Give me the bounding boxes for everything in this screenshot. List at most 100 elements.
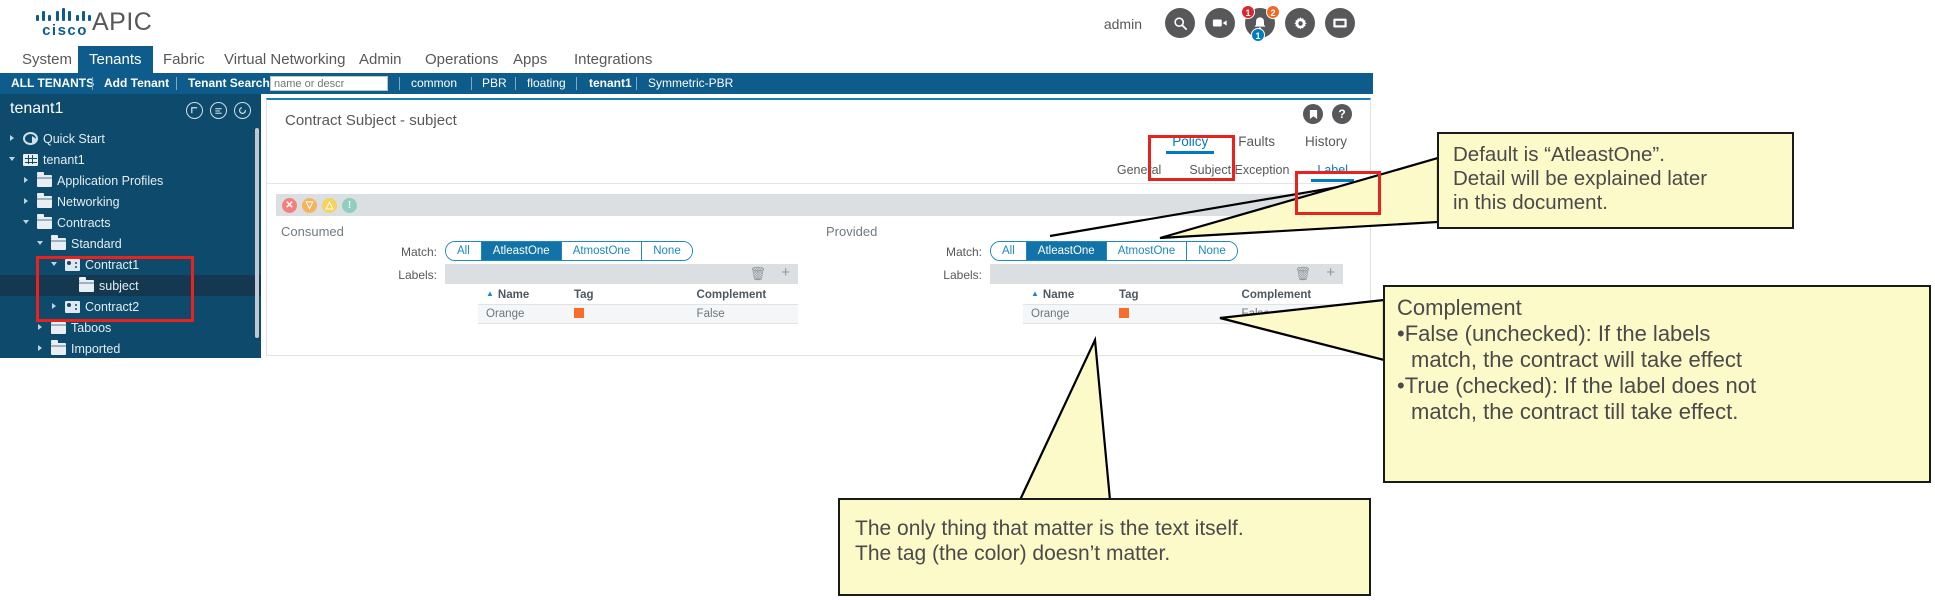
column-header-name[interactable]: ▲ Name xyxy=(1023,289,1119,301)
highlight-box-policy-tab xyxy=(1148,135,1235,181)
provided-match-option-none[interactable]: None xyxy=(1187,242,1237,260)
column-header-name[interactable]: ▲ Name xyxy=(478,289,574,301)
trash-icon[interactable]: 🗑 xyxy=(749,266,766,282)
tree-item-label: Networking xyxy=(57,194,120,209)
subnav-all-tenants[interactable]: ALL TENANTS xyxy=(11,73,94,94)
tree-item-label: Imported xyxy=(71,341,121,356)
feedback-icon[interactable] xyxy=(1325,8,1355,38)
tab-history[interactable]: History xyxy=(1290,128,1362,156)
tree-item-quick-start[interactable]: Quick Start xyxy=(0,128,261,149)
callout-default-atleastone: Default is “AtleastOne”. Detail will be … xyxy=(1437,132,1794,229)
minor-fault-icon[interactable]: △ xyxy=(322,198,337,213)
warning-fault-icon[interactable]: ! xyxy=(342,198,357,213)
column-header-tag[interactable]: Tag xyxy=(574,289,697,301)
chevron-down-icon[interactable] xyxy=(36,238,47,249)
chevron-down-icon[interactable] xyxy=(8,154,19,165)
table-header-row: ▲ Name Tag Complement xyxy=(1023,285,1343,305)
header-icon-group: 1 2 1 xyxy=(1165,5,1355,42)
callout-line: match, the contract till take effect. xyxy=(1411,398,1739,424)
subnav-link-pbr[interactable]: PBR xyxy=(482,73,507,94)
tree-item-imported[interactable]: Imported xyxy=(0,338,261,358)
trash-icon[interactable]: 🗑 xyxy=(1294,266,1311,282)
cell-tag xyxy=(1118,307,1242,321)
chevron-down-icon[interactable] xyxy=(22,217,33,228)
tree-item-application-profiles[interactable]: Application Profiles xyxy=(0,170,261,191)
folder-icon xyxy=(51,235,66,250)
collapse-icon[interactable] xyxy=(186,102,203,119)
search-icon[interactable] xyxy=(1165,8,1195,38)
tree-scrollbar[interactable] xyxy=(255,128,259,338)
cell-name: Orange xyxy=(1031,308,1070,320)
major-fault-icon[interactable]: ▽ xyxy=(302,198,317,213)
quick-start-icon xyxy=(23,132,38,145)
nav-item-system[interactable]: System xyxy=(11,46,83,73)
provided-match-option-atmostone[interactable]: AtmostOne xyxy=(1106,242,1188,260)
sort-ascending-icon: ▲ xyxy=(1031,288,1039,298)
provided-match-toggle-group[interactable]: All AtleastOne AtmostOne None xyxy=(990,241,1238,261)
provided-pane-title: Provided xyxy=(826,224,878,239)
subnav-link-floating[interactable]: floating xyxy=(527,73,566,94)
subnav-link-common[interactable]: common xyxy=(411,73,457,94)
add-icon[interactable]: + xyxy=(781,264,790,281)
subnav-link-symmetric-pbr[interactable]: Symmetric-PBR xyxy=(648,73,733,94)
tree-item-tenant1[interactable]: tenant1 xyxy=(0,149,261,170)
highlight-box-contract-tree xyxy=(36,256,194,322)
nav-item-virtual-networking[interactable]: Virtual Networking xyxy=(213,46,356,73)
help-icon[interactable]: ? xyxy=(1332,104,1352,124)
subnav-link-tenant1[interactable]: tenant1 xyxy=(589,73,632,94)
column-header-complement[interactable]: Complement xyxy=(1242,289,1343,301)
callout-line: •False (unchecked): If the labels xyxy=(1397,320,1711,346)
provided-labels-label: Labels: xyxy=(943,268,982,282)
callout-line: match, the contract will take effect xyxy=(1411,346,1742,372)
nav-item-admin[interactable]: Admin xyxy=(348,46,413,73)
tab-divider xyxy=(267,183,1370,184)
nav-item-tenants[interactable]: Tenants xyxy=(78,46,153,73)
cell-tag xyxy=(573,307,697,321)
consumed-labels-table: ▲ Name Tag Complement Orange False xyxy=(478,285,798,324)
tree-item-standard[interactable]: Standard xyxy=(0,233,261,254)
tenant-icon xyxy=(23,153,38,166)
gear-icon[interactable] xyxy=(1285,8,1315,38)
tree-item-contracts[interactable]: Contracts xyxy=(0,212,261,233)
refresh-icon[interactable] xyxy=(234,102,251,119)
consumed-match-option-all[interactable]: All xyxy=(446,242,482,260)
consumed-match-option-atmostone[interactable]: AtmostOne xyxy=(561,242,643,260)
provided-match-option-atleastone[interactable]: AtleastOne xyxy=(1026,242,1107,260)
tree-item-networking[interactable]: Networking xyxy=(0,191,261,212)
chevron-right-icon[interactable] xyxy=(36,343,47,354)
tenant-search-input[interactable] xyxy=(270,76,388,91)
tree-title: tenant1 xyxy=(10,100,64,117)
nav-item-fabric[interactable]: Fabric xyxy=(152,46,216,73)
consumed-match-option-none[interactable]: None xyxy=(642,242,692,260)
folder-icon xyxy=(51,340,66,355)
column-header-complement[interactable]: Complement xyxy=(697,289,798,301)
nav-item-apps[interactable]: Apps xyxy=(502,46,558,73)
alerts-bell-icon[interactable]: 1 2 1 xyxy=(1241,5,1280,42)
callout-line: •True (checked): If the label does not xyxy=(1397,372,1757,398)
chevron-right-icon[interactable] xyxy=(22,196,33,207)
subnav-search-label: Tenant Search: xyxy=(188,76,274,90)
nav-item-operations[interactable]: Operations xyxy=(414,46,509,73)
critical-fault-icon[interactable]: ✕ xyxy=(282,198,297,213)
table-row[interactable]: Orange False xyxy=(1023,305,1343,324)
provided-match-option-all[interactable]: All xyxy=(991,242,1027,260)
tree-item-label: Standard xyxy=(71,236,122,251)
nav-item-integrations[interactable]: Integrations xyxy=(563,46,663,73)
consumed-pane-title: Consumed xyxy=(281,224,344,239)
table-row[interactable]: Orange False xyxy=(478,305,798,324)
folder-icon xyxy=(37,193,52,208)
add-icon[interactable]: + xyxy=(1326,264,1335,281)
callout-complement: Complement •False (unchecked): If the la… xyxy=(1383,285,1931,483)
bookmark-icon[interactable] xyxy=(1303,104,1323,124)
list-icon[interactable] xyxy=(210,102,227,119)
video-icon[interactable] xyxy=(1205,8,1235,38)
consumed-match-option-atleastone[interactable]: AtleastOne xyxy=(481,242,562,260)
folder-icon xyxy=(51,319,66,334)
chevron-right-icon[interactable] xyxy=(36,322,47,333)
provided-labels-table: ▲ Name Tag Complement Orange False xyxy=(1023,285,1343,324)
chevron-right-icon[interactable] xyxy=(22,175,33,186)
consumed-match-toggle-group[interactable]: All AtleastOne AtmostOne None xyxy=(445,241,693,261)
chevron-right-icon[interactable] xyxy=(8,133,19,144)
column-header-tag[interactable]: Tag xyxy=(1119,289,1242,301)
subnav-add-tenant[interactable]: Add Tenant xyxy=(104,73,169,94)
